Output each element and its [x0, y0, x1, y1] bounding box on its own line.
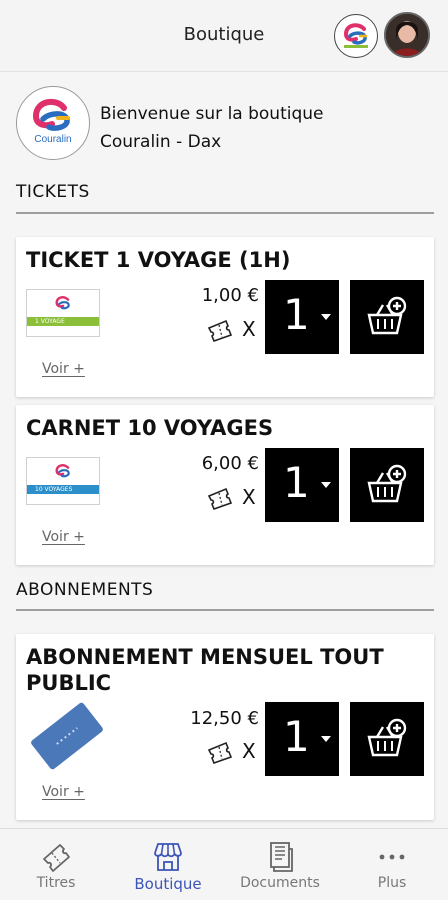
couralin-logo-icon: [343, 23, 368, 48]
section-title-abonnements: ABONNEMENTS: [16, 580, 154, 600]
quantity-value: 1: [283, 290, 310, 339]
chevron-down-icon: [321, 736, 331, 742]
nav-item-plus[interactable]: Plus: [336, 829, 448, 900]
nav-item-boutique[interactable]: Boutique: [112, 829, 224, 900]
section-divider: [16, 212, 434, 214]
nav-label: Documents: [240, 875, 320, 891]
ticket-icon: [43, 844, 70, 872]
add-to-basket-icon: [367, 464, 407, 503]
quantity-label: X: [206, 316, 266, 344]
welcome-line-2: Couralin - Dax: [100, 132, 222, 152]
quantity-value: 1: [283, 712, 310, 761]
ticket-icon: [207, 487, 233, 510]
more-icon: [379, 854, 405, 860]
quantity-multiplier: X: [242, 739, 256, 763]
couralin-logo-icon: [55, 296, 70, 310]
quantity-select[interactable]: 1: [265, 448, 339, 522]
chevron-down-icon: [321, 314, 331, 320]
chevron-down-icon: [321, 482, 331, 488]
voir-plus-link[interactable]: Voir +: [42, 529, 85, 545]
avatar[interactable]: [384, 12, 430, 58]
top-bar: Boutique: [0, 0, 448, 72]
subscription-card-thumbnail[interactable]: [24, 698, 110, 774]
product-title: CARNET 10 VOYAGES: [26, 416, 274, 440]
quantity-multiplier: X: [242, 317, 256, 341]
product-thumbnail[interactable]: 1 VOYAGE: [26, 289, 100, 337]
quantity-label: X: [206, 738, 266, 766]
add-to-cart-button[interactable]: [350, 448, 424, 522]
add-to-basket-icon: [367, 718, 407, 757]
quantity-select[interactable]: 1: [265, 702, 339, 776]
documents-icon: [270, 842, 293, 872]
ticket-band-label: 1 VOYAGE: [27, 317, 99, 326]
add-to-basket-icon: [367, 296, 407, 335]
quantity-value: 1: [283, 458, 310, 507]
product-thumbnail[interactable]: 10 VOYAGES: [26, 457, 100, 505]
product-price: 12,50 €: [190, 708, 259, 729]
nav-item-documents[interactable]: Documents: [224, 829, 336, 900]
page-title: Boutique: [183, 24, 265, 45]
product-title: ABONNEMENT MENSUEL TOUT PUBLIC: [26, 645, 384, 695]
couralin-logo-icon: Couralin: [32, 98, 72, 145]
product-card-abonnement-mensuel: ABONNEMENT MENSUEL TOUT PUBLIC 12,50 € X…: [16, 634, 434, 820]
quantity-label: X: [206, 484, 266, 512]
quantity-multiplier: X: [242, 485, 256, 509]
nav-label: Boutique: [134, 875, 202, 893]
couralin-logo: Couralin: [16, 86, 90, 160]
welcome-text: Bienvenue sur la boutique Couralin - Dax: [100, 100, 324, 156]
welcome-line-1: Bienvenue sur la boutique: [100, 104, 324, 124]
couralin-logo-icon: [55, 464, 70, 478]
add-to-cart-button[interactable]: [350, 280, 424, 354]
voir-plus-link[interactable]: Voir +: [42, 784, 85, 800]
ticket-icon: [207, 319, 233, 342]
product-title: TICKET 1 VOYAGE (1H): [26, 248, 291, 272]
section-title-tickets: TICKETS: [16, 182, 90, 202]
ticket-icon: [207, 741, 233, 764]
section-divider: [16, 609, 434, 611]
product-card-carnet-10-voyages: CARNET 10 VOYAGES 10 VOYAGES 6,00 € X 1: [16, 405, 434, 565]
product-price: 6,00 €: [201, 453, 259, 474]
product-price: 1,00 €: [201, 285, 259, 306]
nav-label: Plus: [377, 875, 407, 891]
shop-icon: [154, 843, 182, 871]
product-card-ticket-1-voyage: TICKET 1 VOYAGE (1H) 1 VOYAGE 1,00 € X 1: [16, 237, 434, 397]
subscription-card-icon: [31, 702, 103, 770]
nav-label: Titres: [36, 875, 76, 891]
user-avatar-icon: [386, 14, 428, 56]
shop-content[interactable]: Couralin Bienvenue sur la boutique Coura…: [0, 72, 448, 828]
bottom-navigation: Titres Boutique Documents Plus: [0, 828, 448, 900]
quantity-select[interactable]: 1: [265, 280, 339, 354]
ticket-band-label: 10 VOYAGES: [27, 485, 99, 494]
voir-plus-link[interactable]: Voir +: [42, 361, 85, 377]
add-to-cart-button[interactable]: [350, 702, 424, 776]
nav-item-titres[interactable]: Titres: [0, 829, 112, 900]
logo-text: Couralin: [34, 134, 71, 145]
welcome-header: Couralin Bienvenue sur la boutique Coura…: [16, 86, 436, 162]
couralin-logo-badge[interactable]: [334, 14, 378, 58]
